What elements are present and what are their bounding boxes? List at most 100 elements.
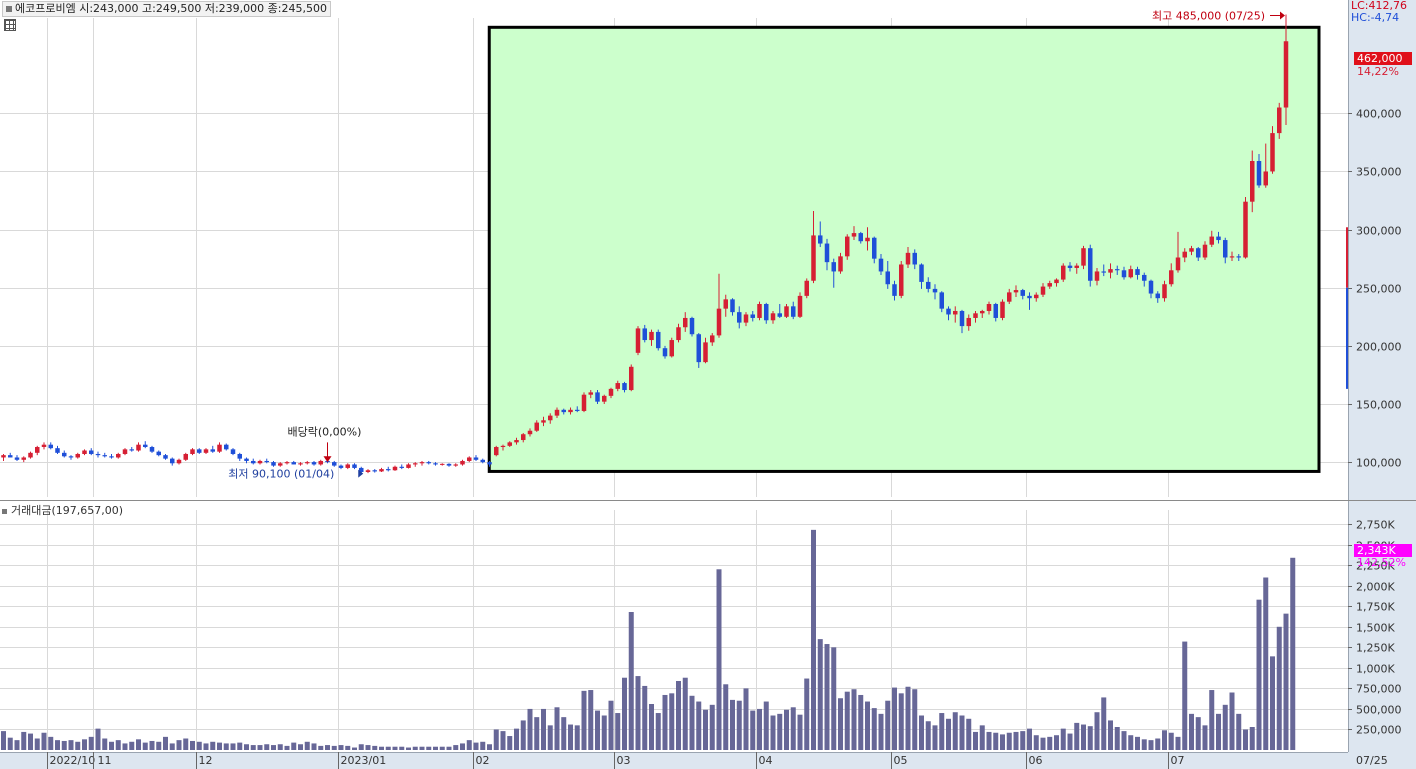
candle-body [399, 466, 404, 468]
volume-bar [122, 743, 128, 750]
volume-bar [1081, 724, 1086, 750]
price-tick-label: 350,000 [1356, 166, 1402, 179]
candle-body [203, 449, 209, 453]
candle-body [109, 456, 114, 458]
volume-bar [311, 743, 317, 750]
volume-bar [1000, 734, 1005, 750]
candle-body [1067, 265, 1073, 268]
candle-body [899, 264, 904, 296]
volume-bar [790, 707, 796, 750]
volume-bar [271, 745, 276, 750]
volume-bar [102, 738, 108, 750]
date-tick-label: 07 [1171, 754, 1185, 767]
candle-body [1013, 290, 1019, 293]
volume-bar [696, 701, 702, 750]
candle-body [689, 317, 695, 335]
volume-bar [932, 725, 938, 750]
volume-bar [223, 743, 229, 750]
candle-body [1229, 256, 1235, 258]
volume-bar [912, 689, 918, 750]
candle-body [1263, 171, 1268, 186]
candle-body [95, 453, 101, 456]
grid-icon[interactable] [4, 19, 16, 31]
volume-bar [520, 720, 526, 750]
candle-body [541, 420, 546, 423]
volume-bar [851, 689, 857, 750]
candle-body [1115, 269, 1120, 271]
volume-bar [878, 713, 884, 750]
volume-bar [973, 731, 978, 750]
dividend-annotation: 배당락(0,00%) [288, 425, 362, 438]
candle-body [588, 392, 593, 395]
highlight-region [487, 25, 1321, 473]
volume-bar [574, 725, 580, 750]
volume-bar [1249, 727, 1255, 750]
candle-body [710, 335, 715, 343]
candle-body [1135, 269, 1140, 275]
candle-body [595, 392, 600, 402]
volume-tick-label: 1,250K [1356, 642, 1395, 655]
high-annotation: 최고 485,000 (07/25) [1152, 10, 1265, 23]
date-tick-label: 2022/10 [50, 754, 96, 767]
volume-bar [1189, 713, 1194, 750]
candle-body [926, 281, 931, 289]
chart-canvas[interactable]: 100,000 150,000 200,000 250,000 300,000 350,0… [0, 0, 1416, 769]
volume-bar [1047, 736, 1053, 750]
candle-body [406, 464, 411, 468]
volume-bar [392, 746, 398, 750]
candle-body [575, 409, 580, 411]
volume-bar [136, 739, 141, 750]
volume-bar [68, 740, 74, 750]
volume-bar [419, 746, 425, 750]
volume-bar [331, 745, 337, 750]
volume-bar [939, 713, 945, 750]
candle-body [1223, 240, 1228, 258]
volume-bar [1027, 728, 1032, 750]
candle-body [305, 462, 310, 464]
candle-body [82, 450, 87, 454]
volume-bar [885, 700, 891, 750]
candle-body [730, 299, 735, 313]
volume-bar [196, 741, 202, 750]
volume-bar [770, 715, 776, 750]
volume-bar [1195, 717, 1201, 750]
volume-bar [210, 741, 216, 750]
date-tick-label: 07/25 [1356, 754, 1388, 767]
volume-bar [82, 739, 87, 750]
volume-bar [466, 740, 472, 750]
last-change-tag: 14,22% [1357, 65, 1399, 78]
volume-bar [277, 744, 283, 750]
volume-bar [763, 701, 769, 750]
candle-body [89, 450, 94, 454]
volume-bar [1256, 599, 1262, 750]
candle-body [386, 469, 391, 471]
volume-bar [1060, 728, 1066, 750]
candle-body [703, 342, 708, 363]
volume-bar [952, 712, 958, 750]
candle-body [953, 310, 958, 315]
candle-body [642, 328, 647, 341]
candle-body [210, 449, 215, 452]
volume-bar [568, 724, 573, 750]
candle-body [831, 262, 836, 272]
volume-bar [217, 742, 222, 750]
candle-body [1061, 265, 1066, 280]
candle-body [838, 256, 843, 272]
volume-bar [304, 741, 310, 750]
candle-body [197, 449, 202, 453]
candle-body [1148, 280, 1154, 294]
volume-bar [1101, 697, 1107, 750]
candle-body [190, 449, 195, 454]
candle-body [581, 394, 587, 411]
volume-bar [730, 699, 735, 750]
date-tick-label: 02 [476, 754, 490, 767]
volume-bar [190, 740, 195, 750]
volume-bar [1121, 731, 1127, 750]
candle-body [68, 456, 74, 458]
volume-bar [554, 707, 560, 750]
volume-bar [844, 691, 850, 750]
candle-body [1270, 133, 1275, 172]
volume-bar [662, 694, 668, 750]
candle-body [629, 366, 634, 391]
volume-bar [615, 713, 621, 750]
